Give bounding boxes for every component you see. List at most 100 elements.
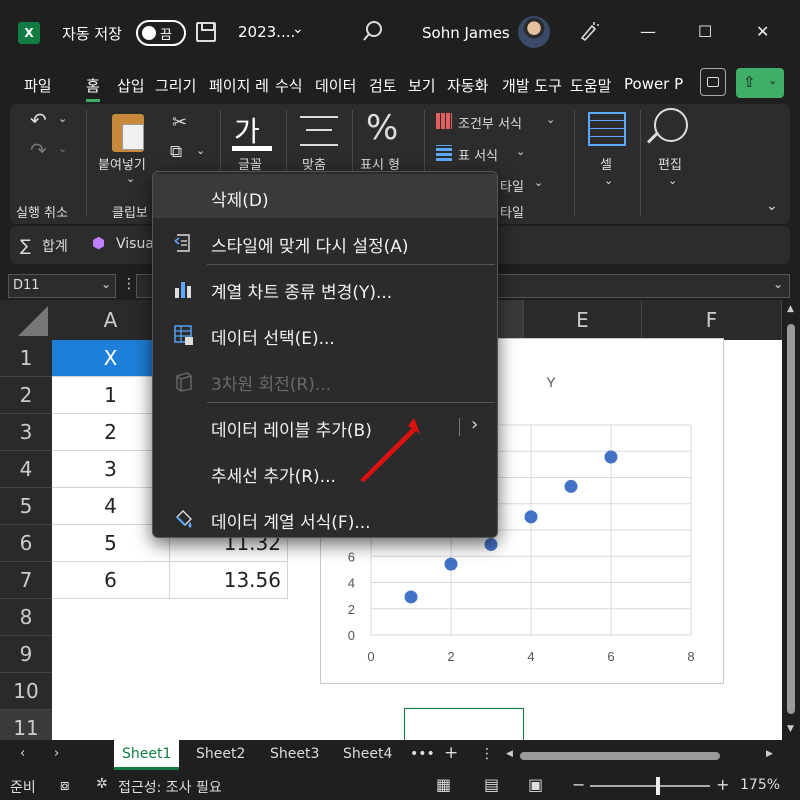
tab-formulas[interactable]: 수식 <box>275 75 303 96</box>
chevron-down-icon[interactable]: ⌄ <box>126 172 135 185</box>
tab-review[interactable]: 검토 <box>369 75 397 96</box>
row-header[interactable]: 5 <box>0 488 52 525</box>
font-glyph-icon[interactable]: 가 <box>234 110 260 150</box>
row-header[interactable]: 1 <box>0 340 52 377</box>
undo-icon[interactable]: ↶ <box>30 108 47 132</box>
designer-pen-icon[interactable] <box>578 20 600 42</box>
chevron-down-icon[interactable]: ⌄ <box>196 144 205 157</box>
share-button[interactable]: ⇧ ⌄ <box>736 68 784 98</box>
chevron-down-icon[interactable]: ⌄ <box>292 21 304 37</box>
sheet-tab-4[interactable]: Sheet4 <box>343 746 392 762</box>
number-format-icon[interactable]: % <box>366 108 398 148</box>
sheet-tab-1[interactable]: Sheet1 <box>114 740 180 770</box>
page-break-view-icon[interactable]: ▣ <box>528 775 543 794</box>
more-options-icon[interactable]: ⋮ <box>480 746 494 762</box>
table-format-button[interactable]: 표 서식 <box>458 145 498 164</box>
menu-item-add-data-labels[interactable]: 데이터 레이블 추가(B) › <box>153 404 497 448</box>
row-header[interactable]: 11 <box>0 710 52 740</box>
menu-item-format-data-series[interactable]: 데이터 계열 서식(F)... <box>153 496 497 540</box>
paste-icon[interactable] <box>112 114 144 152</box>
row-header[interactable]: 9 <box>0 636 52 673</box>
accessibility-icon[interactable]: ✲ <box>96 776 108 792</box>
conditional-format-button[interactable]: 조건부 서식 <box>458 113 522 132</box>
tab-data[interactable]: 데이터 <box>315 75 356 96</box>
cells-icon[interactable] <box>588 112 626 146</box>
row-header[interactable]: 2 <box>0 377 52 414</box>
cell-a7[interactable]: 6 <box>52 562 170 599</box>
row-header[interactable]: 10 <box>0 673 52 710</box>
tab-power-pivot[interactable]: Power P <box>624 75 688 93</box>
zoom-out-icon[interactable]: − <box>572 775 585 794</box>
chevron-down-icon[interactable]: ⌄ <box>101 277 111 291</box>
add-sheet-icon[interactable]: + <box>444 743 458 763</box>
chevron-left-icon[interactable]: ‹ <box>20 746 25 761</box>
column-header-e[interactable]: E <box>524 300 642 340</box>
menu-item-delete[interactable]: 삭제(D) <box>153 174 497 218</box>
chevron-down-icon[interactable]: ⌄ <box>773 277 783 291</box>
tab-help[interactable]: 도움말 <box>570 75 611 96</box>
zoom-slider-thumb[interactable] <box>656 777 660 795</box>
row-header[interactable]: 7 <box>0 562 52 599</box>
autosum-icon[interactable]: ∑ <box>20 236 31 255</box>
close-button[interactable]: ✕ <box>756 22 769 41</box>
chevron-down-icon[interactable]: ⌄ <box>546 113 555 126</box>
menu-item-select-data[interactable]: 데이터 선택(E)... <box>153 312 497 356</box>
vertical-scrollbar[interactable]: ▲ ▼ <box>782 300 800 740</box>
search-icon[interactable] <box>362 20 384 42</box>
column-header-f[interactable]: F <box>642 300 782 340</box>
chevron-down-icon[interactable]: ⌄ <box>534 176 543 189</box>
row-header[interactable]: 4 <box>0 451 52 488</box>
cut-icon[interactable]: ✂ <box>172 112 187 133</box>
avatar[interactable] <box>518 16 550 48</box>
save-icon[interactable] <box>196 22 216 42</box>
collapse-ribbon-icon[interactable]: ⌄ <box>766 198 778 214</box>
alignment-icon[interactable] <box>300 116 338 146</box>
menu-item-change-chart-type[interactable]: 계열 차트 종류 변경(Y)... <box>153 266 497 310</box>
tab-file[interactable]: 파일 <box>24 75 52 96</box>
tab-view[interactable]: 보기 <box>408 75 436 96</box>
tab-automate[interactable]: 자동화 <box>447 75 488 96</box>
zoom-in-icon[interactable]: + <box>716 775 729 794</box>
visual-basic-button[interactable]: Visua <box>116 236 154 252</box>
chevron-down-icon[interactable]: ⌄ <box>516 145 525 158</box>
menu-item-reset-style[interactable]: 스타일에 맞게 다시 설정(A) <box>153 220 497 264</box>
zoom-slider[interactable] <box>590 785 710 787</box>
row-header[interactable]: 3 <box>0 414 52 451</box>
menu-item-add-trendline[interactable]: 추세선 추가(R)... <box>153 450 497 494</box>
scroll-up-icon[interactable]: ▲ <box>787 304 794 314</box>
more-sheets-icon[interactable]: ••• <box>410 746 435 762</box>
horizontal-scroll-thumb[interactable] <box>520 752 720 760</box>
sheet-tab-3[interactable]: Sheet3 <box>270 746 319 762</box>
vertical-scroll-thumb[interactable] <box>787 324 795 714</box>
chevron-right-icon[interactable]: › <box>471 414 478 435</box>
name-box[interactable]: D11 ⌄ <box>8 274 116 298</box>
macro-record-icon[interactable]: ⧇ <box>60 776 70 794</box>
page-layout-view-icon[interactable]: ▤ <box>484 775 499 794</box>
tab-draw[interactable]: 그리기 <box>155 75 196 96</box>
select-all-button[interactable] <box>0 300 52 340</box>
autosave-toggle[interactable]: 끔 <box>136 20 186 46</box>
editing-button[interactable]: 편집 <box>658 154 682 173</box>
chevron-down-icon[interactable]: ⌄ <box>668 174 677 187</box>
minimize-button[interactable]: — <box>640 22 656 41</box>
tab-insert[interactable]: 삽입 <box>117 75 145 96</box>
accessibility-status[interactable]: 접근성: 조사 필요 <box>118 777 222 797</box>
copy-icon[interactable]: ⧉ <box>170 142 182 162</box>
scroll-down-icon[interactable]: ▼ <box>787 724 794 734</box>
horizontal-scrollbar[interactable]: ◀ ▶ <box>506 749 774 762</box>
scroll-right-icon[interactable]: ▶ <box>766 749 773 759</box>
scroll-left-icon[interactable]: ◀ <box>506 749 513 759</box>
active-cell-d11[interactable] <box>404 708 524 740</box>
row-header[interactable]: 6 <box>0 525 52 562</box>
normal-view-icon[interactable]: ▦ <box>436 775 451 794</box>
chevron-down-icon[interactable]: ⌄ <box>604 174 613 187</box>
tab-home[interactable]: 홈 <box>86 75 100 102</box>
cells-button[interactable]: 셀 <box>600 154 612 173</box>
zoom-level[interactable]: 175% <box>740 777 780 793</box>
visual-basic-icon[interactable]: ⬢ <box>92 234 105 252</box>
cell-b7[interactable]: 13.56 <box>170 562 288 599</box>
user-name[interactable]: Sohn James <box>422 24 510 42</box>
file-name[interactable]: 2023.... <box>238 23 295 41</box>
find-search-icon[interactable] <box>654 108 688 142</box>
maximize-button[interactable]: ☐ <box>698 22 712 41</box>
